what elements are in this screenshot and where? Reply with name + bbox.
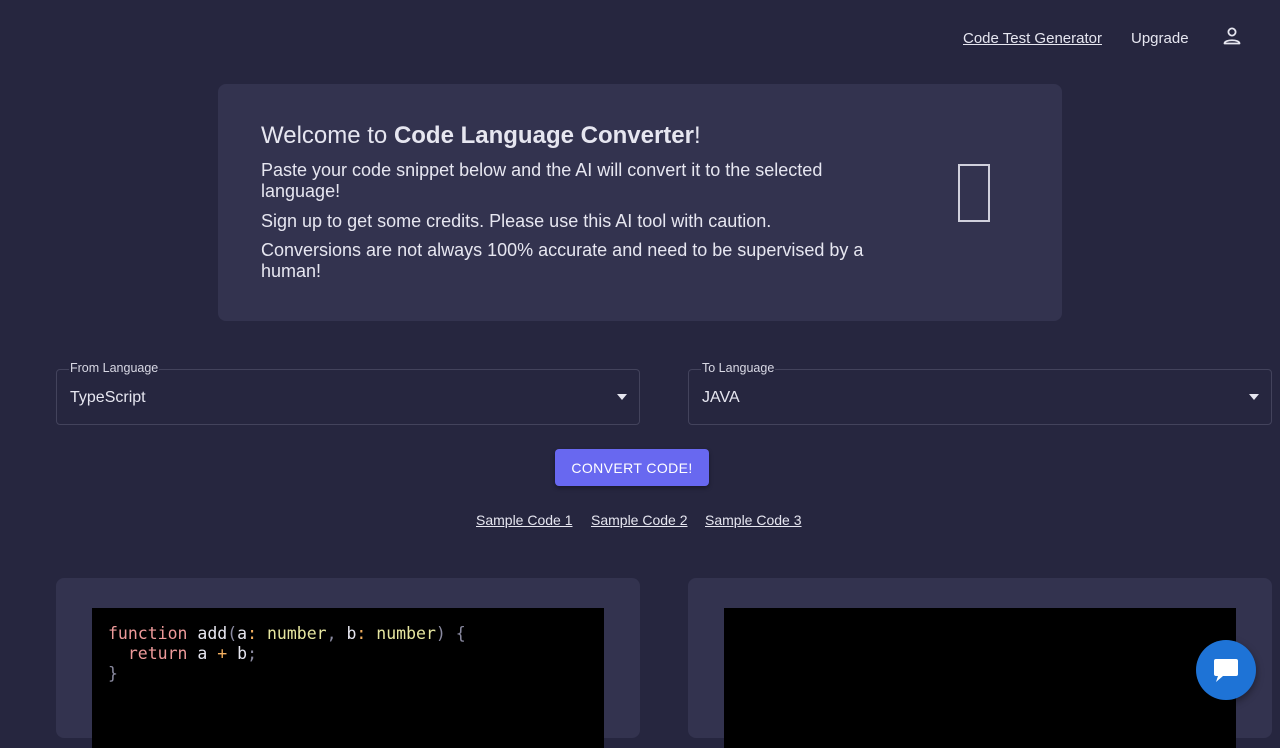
convert-code-button[interactable]: CONVERT CODE! bbox=[555, 449, 709, 486]
from-language-label: From Language bbox=[69, 361, 160, 375]
chevron-down-icon[interactable] bbox=[617, 394, 627, 400]
from-language-select[interactable]: From Language TypeScript bbox=[56, 361, 640, 425]
chat-widget-button[interactable] bbox=[1196, 640, 1256, 700]
welcome-card: Welcome to Code Language Converter! Past… bbox=[218, 84, 1062, 321]
to-language-box[interactable] bbox=[688, 369, 1272, 425]
info-line-accuracy: Conversions are not always 100% accurate… bbox=[261, 240, 864, 281]
person-icon[interactable] bbox=[1220, 24, 1244, 48]
emoji-placeholder-icon bbox=[958, 164, 990, 222]
sample-code-1-link[interactable]: Sample Code 1 bbox=[476, 512, 573, 528]
to-language-select[interactable]: To Language JAVA bbox=[688, 361, 1272, 425]
from-language-value: TypeScript bbox=[70, 389, 146, 406]
upgrade-link[interactable]: Upgrade bbox=[1131, 30, 1189, 47]
source-code-text[interactable]: function add(a: number, b: number) { ret… bbox=[108, 624, 466, 684]
output-code-editor[interactable] bbox=[724, 608, 1236, 748]
code-test-generator-link[interactable]: Code Test Generator bbox=[963, 30, 1102, 47]
to-language-value: JAVA bbox=[702, 389, 740, 406]
source-code-editor[interactable]: function add(a: number, b: number) { ret… bbox=[92, 608, 604, 748]
info-line-paste: Paste your code snippet below and the AI… bbox=[261, 160, 823, 201]
top-nav: Code Test Generator Upgrade bbox=[0, 0, 1280, 76]
source-code-panel: function add(a: number, b: number) { ret… bbox=[56, 578, 640, 748]
output-code-panel bbox=[688, 578, 1272, 748]
chat-bubble-icon bbox=[1214, 659, 1238, 682]
chevron-down-icon[interactable] bbox=[1249, 394, 1259, 400]
sample-code-2-link[interactable]: Sample Code 2 bbox=[591, 512, 688, 528]
to-language-label: To Language bbox=[701, 361, 776, 375]
info-line-signup: Sign up to get some credits. Please use … bbox=[261, 211, 772, 231]
sample-code-3-link[interactable]: Sample Code 3 bbox=[705, 512, 802, 528]
welcome-title: Welcome to Code Language Converter! bbox=[261, 122, 701, 149]
